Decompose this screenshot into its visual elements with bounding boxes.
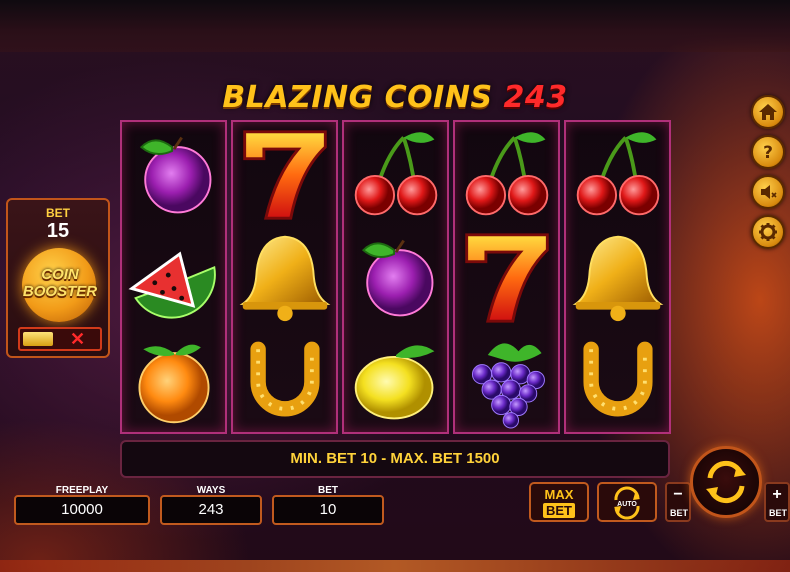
horseshoe-icon xyxy=(237,332,333,428)
lemon-icon xyxy=(348,332,444,428)
max-bet-line2: BET xyxy=(543,503,575,518)
help-button[interactable]: ? xyxy=(751,135,785,169)
watermelon-icon xyxy=(126,229,222,325)
cherries-icon xyxy=(570,126,666,222)
minus-icon: − xyxy=(673,486,683,503)
booster-bet-value: 15 xyxy=(46,220,70,242)
bet-decrease-button[interactable]: − BET xyxy=(665,482,691,522)
seven-icon xyxy=(237,126,333,222)
plum-icon xyxy=(348,229,444,325)
reel-3 xyxy=(342,120,449,434)
autoplay-label: AUTO xyxy=(617,501,637,508)
sound-button[interactable] xyxy=(751,175,785,209)
bet-value: 10 xyxy=(272,495,384,525)
title-number: 243 xyxy=(503,80,568,115)
seven-icon xyxy=(459,229,555,325)
game-title: BLAZING COINS 243 xyxy=(160,80,630,115)
title-text: BLAZING COINS xyxy=(222,80,493,115)
booster-bet-label: BET xyxy=(46,206,70,220)
bet-increase-button[interactable]: + BET xyxy=(764,482,790,522)
svg-text:?: ? xyxy=(763,143,773,162)
grapes-icon xyxy=(459,332,555,429)
toggle-knob xyxy=(23,332,53,346)
plum-icon xyxy=(126,126,222,222)
freeplay-value: 10000 xyxy=(14,495,150,525)
max-bet-line1: MAX xyxy=(544,487,574,502)
bet-decrease-label: BET xyxy=(670,508,688,518)
home-icon xyxy=(759,104,777,120)
ways-value: 243 xyxy=(160,495,262,525)
settings-button[interactable] xyxy=(751,215,785,249)
help-icon: ? xyxy=(763,143,773,162)
cherries-icon xyxy=(459,126,555,222)
bell-icon xyxy=(570,229,666,325)
reel-2 xyxy=(231,120,338,434)
sound-off-icon xyxy=(761,185,777,199)
reels-grid xyxy=(118,118,673,436)
bet-increase-label: BET xyxy=(769,508,787,518)
reel-1 xyxy=(120,120,227,434)
settings-icon xyxy=(759,223,777,241)
toggle-off-icon: ✕ xyxy=(70,329,86,349)
bet-limits-bar: MIN. BET 10 - MAX. BET 1500 xyxy=(120,440,670,478)
coin-booster-label: COIN BOOSTER xyxy=(12,266,108,300)
horseshoe-icon xyxy=(570,332,666,428)
game-screen: BLAZING COINS 243 BET 15 COIN BOOSTER ✕ … xyxy=(0,0,790,572)
reel-5 xyxy=(564,120,671,434)
coin-booster-panel: BET 15 COIN BOOSTER ✕ xyxy=(6,198,110,358)
orange-icon xyxy=(126,332,222,428)
cherries-icon xyxy=(348,126,444,222)
spin-button[interactable] xyxy=(690,446,762,518)
reel-4 xyxy=(453,120,560,434)
coin-booster-toggle[interactable]: ✕ xyxy=(18,327,102,351)
coin-booster-line2: BOOSTER xyxy=(22,283,98,300)
top-backdrop xyxy=(0,0,790,52)
autoplay-button[interactable]: AUTO xyxy=(597,482,657,522)
plus-icon: + xyxy=(772,486,782,503)
bell-icon xyxy=(237,229,333,325)
bottom-flame-strip xyxy=(0,560,790,572)
max-bet-button[interactable]: MAX BET xyxy=(529,482,589,522)
coin-booster-line1: COIN xyxy=(41,266,79,283)
spin-icon xyxy=(706,460,746,504)
home-button[interactable] xyxy=(751,95,785,129)
autoplay-icon: AUTO xyxy=(614,486,640,520)
